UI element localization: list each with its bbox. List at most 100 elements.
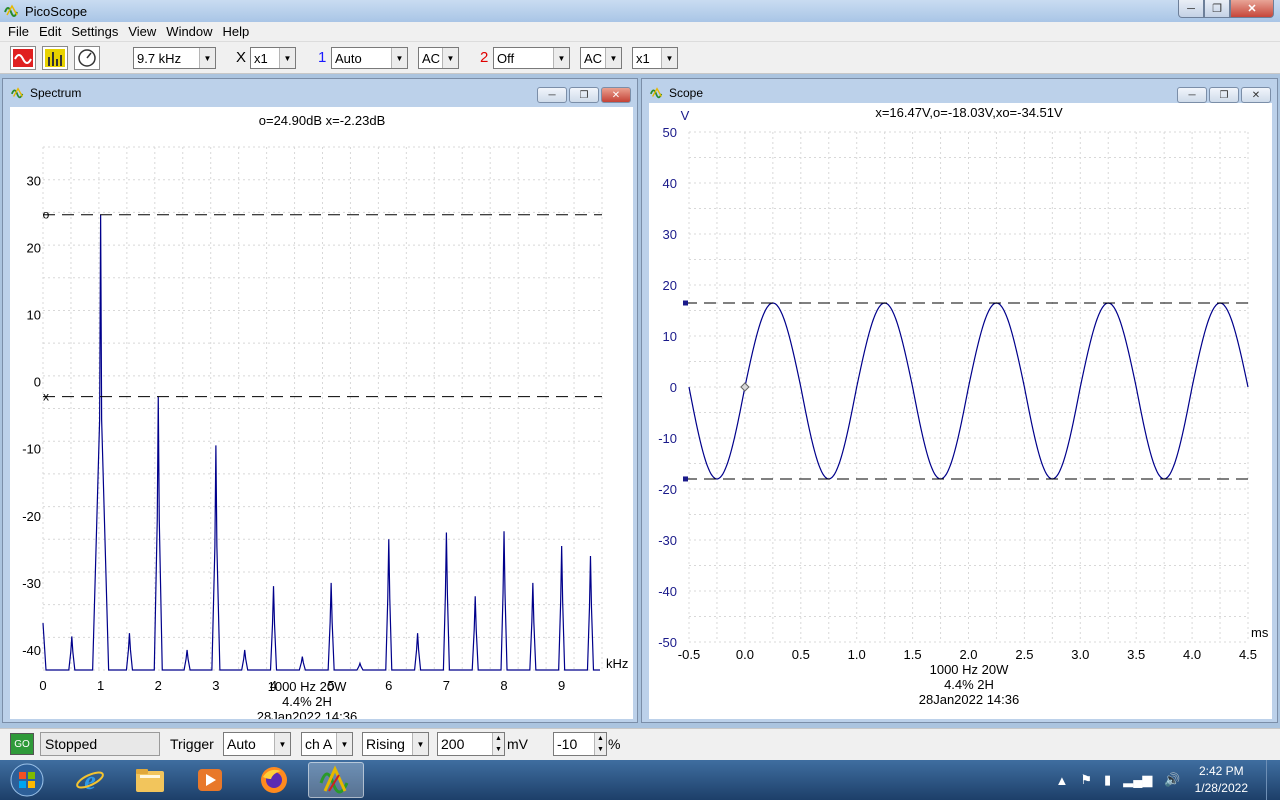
clock-time: 2:42 PM <box>1198 764 1244 778</box>
scope-plot-area[interactable]: 50 40 30 20 10 0 -10 -20 -30 -40 -50 V -0.5 0.0 0.5 1.0… <box>649 103 1272 719</box>
spectrum-footer-line: 28Jan2022 14:36 <box>257 709 357 719</box>
taskbar-media-player[interactable] <box>182 762 238 798</box>
status-bar: GO Stopped Trigger Auto ▼ ch A ▼ Rising … <box>0 728 1280 760</box>
spectrum-plot-area[interactable]: 30 20 10 0 -10 -20 -30 -40 0 1 2 3 4 5 6 7 8 9 kHz o x o=24.9… <box>10 107 633 719</box>
network-signal-icon[interactable]: ▂▄▆ <box>1123 772 1152 788</box>
y-tick-label: 20 <box>27 241 41 256</box>
menu-file[interactable]: File <box>3 24 34 39</box>
chevron-down-icon: ▼ <box>412 733 428 755</box>
minimize-button[interactable]: ─ <box>1178 0 1204 18</box>
scope-title: Scope <box>669 86 704 100</box>
scope-window[interactable]: Scope ─ ❐ ✕ 50 40 30 20 10 0 -10 -20 -30 -40 -50 V -… <box>641 78 1278 723</box>
ch2-range-select[interactable]: Off ▼ <box>493 47 570 69</box>
scope-close-button[interactable]: ✕ <box>1241 87 1271 103</box>
menu-view[interactable]: View <box>123 24 161 39</box>
timebase-select[interactable]: 9.7 kHz ▼ <box>133 47 216 69</box>
trigger-point-marker <box>740 382 750 392</box>
volume-icon[interactable]: 🔊 <box>1164 772 1180 788</box>
clock-date: 1/28/2022 <box>1194 781 1248 795</box>
system-tray: ▲ ⚑ ▮ ▂▄▆ 🔊 2:42 PM 1/28/2022 <box>1050 760 1280 800</box>
spectrum-restore-button[interactable]: ❐ <box>569 87 599 103</box>
internet-explorer-icon: e <box>76 766 104 795</box>
power-icon[interactable]: ▮ <box>1104 772 1111 788</box>
menu-window[interactable]: Window <box>161 24 217 39</box>
chevron-down-icon: ▼ <box>336 733 352 755</box>
spectrum-mode-button[interactable] <box>42 46 68 70</box>
taskbar-picoscope[interactable] <box>308 762 364 798</box>
x-mult-label: X <box>236 49 247 66</box>
action-center-flag-icon[interactable]: ⚑ <box>1080 772 1092 788</box>
ch2-range-value: Off <box>497 50 515 66</box>
x-tick-label: 4.0 <box>1183 647 1201 662</box>
pretrigger-value: -10 <box>557 736 578 752</box>
pretrigger-spinner[interactable]: -10 ▲ ▼ <box>553 732 607 756</box>
x-mult-select[interactable]: x1 ▼ <box>250 47 296 69</box>
y-tick-label: 30 <box>27 174 41 189</box>
y-tick-label: 0 <box>34 375 41 390</box>
y-tick-label: 20 <box>663 278 677 293</box>
y-tick-label: 0 <box>670 380 677 395</box>
y-tick-label: -40 <box>22 643 41 658</box>
y-tick-label: -20 <box>658 482 677 497</box>
taskbar: e ▲ ⚑ ▮ ▂▄▆ 🔊 2:42 PM 1/28/2022 <box>0 760 1280 800</box>
chevron-down-icon: ▼ <box>442 48 458 68</box>
restore-button[interactable]: ❐ <box>1204 0 1230 18</box>
ch1-range-select[interactable]: Auto ▼ <box>331 47 408 69</box>
show-desktop-button[interactable] <box>1266 760 1280 800</box>
scope-chart: 50 40 30 20 10 0 -10 -20 -30 -40 -50 V -0.5 0.0 0.5 1.0… <box>658 105 1269 707</box>
x-tick-label: 0.0 <box>736 647 754 662</box>
meter-mode-button[interactable] <box>74 46 100 70</box>
menu-edit[interactable]: Edit <box>34 24 66 39</box>
start-button[interactable] <box>4 761 50 799</box>
trigger-channel-select[interactable]: ch A ▼ <box>301 732 353 756</box>
close-button[interactable]: ✕ <box>1230 0 1274 18</box>
y-tick-label: 40 <box>663 176 677 191</box>
x-tick-label: 1 <box>97 678 104 693</box>
menu-settings[interactable]: Settings <box>66 24 123 39</box>
spectrum-minimize-button[interactable]: ─ <box>537 87 567 103</box>
scope-mode-button[interactable] <box>10 46 36 70</box>
spectrum-title-bar[interactable]: Spectrum ─ ❐ ✕ <box>3 79 637 107</box>
y-axis-unit-label: V <box>681 108 690 123</box>
spectrum-chart: 3020100-10-20-30-400 1 2 3 4 5 6 7 8 9kHzoxo=24.9… <box>22 113 628 719</box>
clock[interactable]: 2:42 PM 1/28/2022 <box>1195 763 1248 797</box>
spectrum-footer-line: 1000 Hz 20W <box>268 679 347 694</box>
spectrum-bars-icon <box>45 49 65 67</box>
app-title: PicoScope <box>25 3 88 19</box>
trigger-level-unit: mV <box>507 736 528 752</box>
ch1-coupling-select[interactable]: AC ▼ <box>418 47 459 69</box>
spinner-arrows-icon[interactable]: ▲ ▼ <box>492 733 504 755</box>
scope-restore-button[interactable]: ❐ <box>1209 87 1239 103</box>
chevron-down-icon: ▼ <box>274 733 290 755</box>
x-tick-label: 2 <box>155 678 162 693</box>
ch2-coupling-select[interactable]: AC ▼ <box>580 47 622 69</box>
taskbar-explorer[interactable] <box>122 762 178 798</box>
chevron-down-icon: ▼ <box>605 48 621 68</box>
ch2-coupling-value: AC <box>584 50 603 66</box>
spinner-arrows-icon[interactable]: ▲ ▼ <box>594 733 606 755</box>
scope-minimize-button[interactable]: ─ <box>1177 87 1207 103</box>
trigger-mode-select[interactable]: Auto ▼ <box>223 732 291 756</box>
menu-help[interactable]: Help <box>218 24 255 39</box>
trigger-level-spinner[interactable]: 200 ▲ ▼ <box>437 732 505 756</box>
trigger-edge-select[interactable]: Rising ▼ <box>362 732 429 756</box>
taskbar-firefox[interactable] <box>246 762 302 798</box>
scope-footer-line: 28Jan2022 14:36 <box>919 692 1019 707</box>
media-player-icon <box>198 769 222 791</box>
go-button[interactable]: GO <box>10 733 34 755</box>
ch2-mult-select[interactable]: x1 ▼ <box>632 47 678 69</box>
marker-label-o: o <box>43 208 50 222</box>
y-tick-label: -20 <box>22 509 41 524</box>
app-title-bar[interactable]: PicoScope ─ ❐ ✕ <box>0 0 1280 22</box>
tray-expand-icon[interactable]: ▲ <box>1056 773 1069 788</box>
taskbar-internet-explorer[interactable]: e <box>62 762 118 798</box>
scope-waveform-icon <box>13 49 33 67</box>
status-state: Stopped <box>40 732 160 756</box>
ch2-label: 2 <box>480 49 489 66</box>
trigger-edge-value: Rising <box>366 736 405 752</box>
y-tick-label: 10 <box>27 308 41 323</box>
spectrum-close-button[interactable]: ✕ <box>601 87 631 103</box>
trigger-mode-value: Auto <box>227 736 256 752</box>
spectrum-window[interactable]: Spectrum ─ ❐ ✕ 30 20 10 0 -10 -20 -30 -40 0 1 2 3 4 5… <box>2 78 638 723</box>
trigger-level-value: 200 <box>441 736 465 752</box>
